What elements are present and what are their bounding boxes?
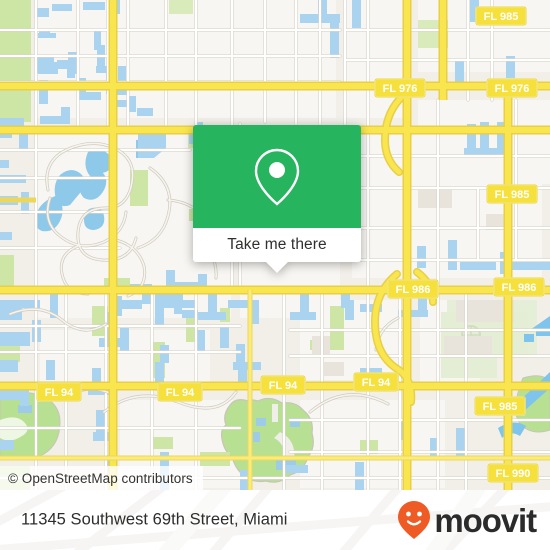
shield: FL 976 — [374, 78, 426, 98]
svg-text:FL 976: FL 976 — [495, 83, 530, 95]
shield: FL 986 — [387, 279, 439, 299]
popup-action-bar[interactable]: Take me there — [193, 228, 361, 262]
svg-text:FL 94: FL 94 — [362, 377, 391, 389]
svg-text:FL 94: FL 94 — [45, 387, 74, 399]
svg-text:FL 985: FL 985 — [483, 401, 518, 413]
shield: FL 986 — [493, 277, 545, 297]
svg-text:FL 976: FL 976 — [383, 83, 418, 95]
shield: FL 94 — [157, 382, 203, 402]
moovit-logo[interactable]: moovit — [397, 500, 537, 540]
shield: FL 985 — [486, 184, 538, 204]
shield: FL 985 — [474, 396, 526, 416]
attribution-text: © OpenStreetMap contributors — [8, 470, 193, 486]
shield: FL 985 — [475, 6, 527, 26]
location-popup[interactable]: Take me there — [193, 125, 361, 273]
shield: FL 990 — [487, 463, 539, 483]
svg-text:FL 986: FL 986 — [502, 282, 537, 294]
svg-text:FL 94: FL 94 — [166, 387, 195, 399]
take-me-there-label: Take me there — [227, 236, 327, 253]
map-screenshot-root: FL 985 FL 976 FL 976 FL 985 FL 986 FL 98… — [0, 0, 550, 550]
shield: FL 94 — [353, 372, 399, 392]
svg-text:FL 985: FL 985 — [484, 11, 519, 23]
svg-text:FL 94: FL 94 — [269, 380, 298, 392]
popup-pointer-tail — [266, 262, 288, 273]
svg-text:FL 986: FL 986 — [396, 284, 431, 296]
footer-bar: 11345 Southwest 69th Street, Miami moovi… — [0, 490, 550, 550]
shield: FL 94 — [260, 375, 306, 395]
address-label: 11345 Southwest 69th Street, Miami — [21, 510, 288, 529]
moovit-smiley-pin-icon — [398, 501, 431, 539]
svg-text:FL 990: FL 990 — [496, 468, 531, 480]
svg-text:FL 985: FL 985 — [495, 189, 530, 201]
shield: FL 94 — [36, 382, 82, 402]
osm-attribution[interactable]: © OpenStreetMap contributors — [0, 466, 203, 490]
shield: FL 976 — [486, 78, 538, 98]
moovit-wordmark: moovit — [434, 501, 537, 539]
location-pin-icon — [254, 148, 300, 206]
popup-image-panel — [193, 125, 361, 228]
